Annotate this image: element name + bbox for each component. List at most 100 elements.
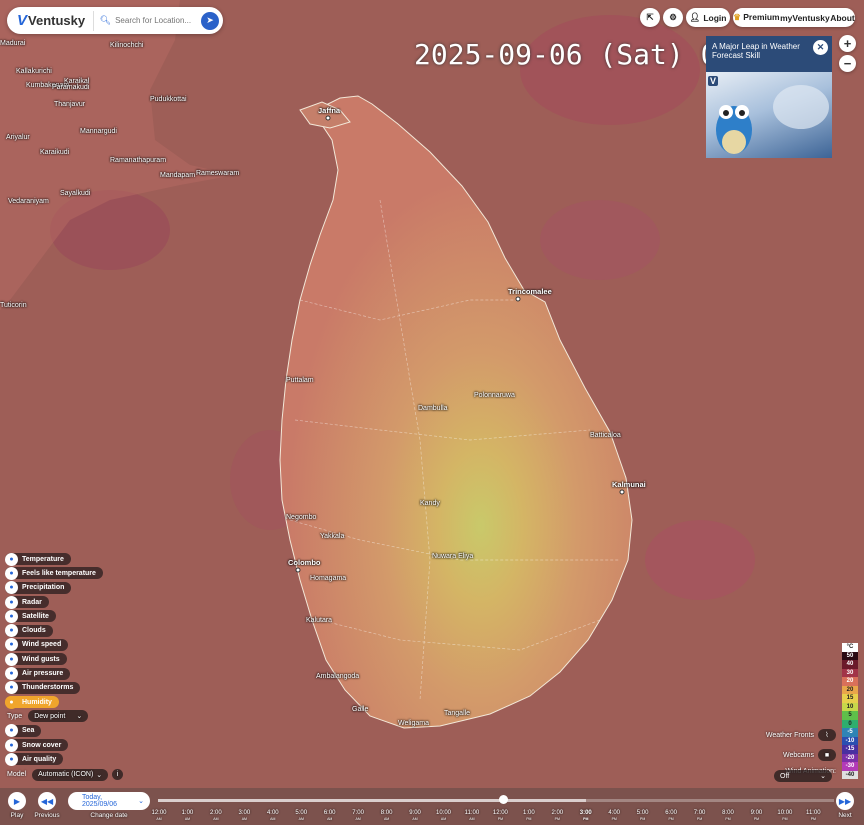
timeline-tick[interactable]: 7:00 AM: [352, 810, 364, 822]
timeline-tick[interactable]: 11:00 AM: [465, 810, 480, 822]
layer-air-pressure[interactable]: ● Air pressure: [5, 666, 123, 681]
timeline-tick[interactable]: 2:00 AM: [210, 810, 222, 822]
place-label[interactable]: Jaffna: [318, 106, 340, 115]
layer-radar[interactable]: ● Radar: [5, 595, 123, 609]
place-label[interactable]: Negombo: [286, 514, 316, 521]
timeline-tick[interactable]: 9:00 PM: [751, 810, 763, 822]
place-label[interactable]: Vedaraniyam: [8, 198, 49, 205]
place-label[interactable]: Sayalkudi: [60, 190, 90, 197]
timeline-tick[interactable]: 4:00 PM: [608, 810, 620, 822]
timeline-tick[interactable]: 5:00 PM: [637, 810, 649, 822]
timeline-tick[interactable]: 6:00 AM: [324, 810, 336, 822]
wind-animation-select[interactable]: Off ⌄: [774, 770, 832, 782]
place-label[interactable]: Nuwara Eliya: [432, 553, 473, 560]
layer-air-quality[interactable]: ● Air quality: [5, 752, 123, 766]
ventusky-logo[interactable]: V Ventusky: [7, 12, 93, 29]
type-select[interactable]: Dew point ⌄: [28, 710, 89, 723]
place-label[interactable]: Yakkala: [320, 533, 344, 540]
layer-feels-like-temperature[interactable]: ● Feels like temperature: [5, 566, 123, 580]
timeline-track[interactable]: [158, 799, 834, 802]
weather-fronts-toggle[interactable]: Weather Fronts ⌇: [764, 725, 836, 745]
layer-humidity[interactable]: ● Humidity: [5, 695, 123, 709]
legend-unit[interactable]: °C: [842, 643, 858, 652]
timeline-knob[interactable]: [498, 795, 508, 804]
ad-close-button[interactable]: ✕: [813, 40, 828, 55]
about-link[interactable]: About: [830, 13, 855, 23]
place-label[interactable]: Tangalle: [444, 710, 470, 717]
place-label[interactable]: Kandy: [420, 500, 440, 507]
timeline-tick[interactable]: 8:00 PM: [722, 810, 734, 822]
play-button[interactable]: ▶: [8, 792, 26, 810]
search-input[interactable]: [115, 16, 202, 25]
layer-satellite[interactable]: ● Satellite: [5, 609, 123, 623]
date-value: Today, 2025/09/06: [82, 794, 118, 808]
timeline-tick[interactable]: 4:00 AM: [267, 810, 279, 822]
place-label[interactable]: Puttalam: [286, 377, 314, 384]
place-label[interactable]: Mannargudi: [80, 128, 117, 135]
layer-sea[interactable]: ● Sea: [5, 724, 123, 738]
ad-banner[interactable]: A Major Leap in Weather Forecast Skill ✕…: [706, 36, 832, 158]
timeline-tick[interactable]: 5:00 AM: [295, 810, 307, 822]
place-label[interactable]: Karaikudi: [40, 149, 69, 156]
layer-clouds[interactable]: ● Clouds: [5, 623, 123, 638]
place-label[interactable]: Madurai: [0, 40, 25, 47]
date-select[interactable]: Today, 2025/09/06 ⌄: [68, 792, 150, 810]
place-label[interactable]: Thanjavur: [54, 101, 85, 108]
timeline-tick[interactable]: 12:00 AM: [151, 810, 166, 822]
timeline-tick[interactable]: 8:00 AM: [381, 810, 393, 822]
place-label[interactable]: Ramanathapuram: [110, 157, 166, 164]
place-label[interactable]: Colombo: [288, 558, 321, 567]
place-label[interactable]: Kalutara: [306, 617, 332, 624]
timeline-tick[interactable]: 1:00 PM: [523, 810, 535, 822]
place-label[interactable]: Trincomalee: [508, 287, 552, 296]
layer-snow-cover[interactable]: ● Snow cover: [5, 738, 123, 752]
place-label[interactable]: Ambalangoda: [316, 673, 359, 680]
previous-button[interactable]: ◀◀: [38, 792, 56, 810]
zoom-out-button[interactable]: −: [839, 55, 856, 72]
place-label[interactable]: Weligama: [398, 720, 429, 727]
timeline-tick[interactable]: 10:00 PM: [777, 810, 792, 822]
place-label[interactable]: Pudukkottai: [150, 96, 187, 103]
place-label[interactable]: Kilinochchi: [110, 42, 143, 49]
layer-thunderstorms[interactable]: ● Thunderstorms: [5, 681, 123, 695]
timeline-tick[interactable]: 6:00 PM: [665, 810, 677, 822]
timeline-tick[interactable]: 7:00 PM: [694, 810, 706, 822]
info-icon[interactable]: i: [112, 769, 124, 781]
timeline-tick[interactable]: 3:00 PM: [580, 810, 592, 822]
place-label[interactable]: Kalmunai: [612, 480, 646, 489]
timeline-tick[interactable]: 10:00 AM: [436, 810, 451, 822]
place-label[interactable]: Polonnaruwa: [474, 392, 515, 399]
share-button[interactable]: ⇱: [640, 8, 660, 27]
layer-precipitation[interactable]: ● Precipitation: [5, 581, 123, 595]
place-label[interactable]: Paramakudi: [52, 84, 89, 91]
zoom-in-button[interactable]: +: [839, 35, 856, 52]
login-button[interactable]: 👤︎ Login: [686, 8, 730, 27]
place-label[interactable]: Rameswaram: [196, 170, 239, 177]
place-label[interactable]: Homagama: [310, 575, 346, 582]
timeline-tick[interactable]: 11:00 PM: [806, 810, 821, 822]
place-label[interactable]: Batticaloa: [590, 432, 621, 439]
timeline-tick[interactable]: 1:00 AM: [182, 810, 194, 822]
place-label[interactable]: Galle: [352, 706, 368, 713]
next-button[interactable]: ▶▶: [836, 792, 854, 810]
timeline-tick[interactable]: 3:00 AM: [239, 810, 251, 822]
place-label[interactable]: Mandapam: [160, 172, 195, 179]
settings-button[interactable]: ⚙: [663, 8, 683, 27]
locate-button[interactable]: ➤: [201, 11, 219, 30]
place-label[interactable]: Tuticorin: [0, 302, 27, 309]
place-label[interactable]: Dambulla: [418, 405, 448, 412]
layer-wind-gusts[interactable]: ● Wind gusts: [5, 652, 123, 666]
timeline-tick[interactable]: 9:00 AM: [409, 810, 421, 822]
premium-link[interactable]: ♛ Premium: [733, 12, 779, 23]
timeline-tick[interactable]: 12:00 PM: [493, 810, 508, 822]
tick-ampm: AM: [469, 817, 475, 821]
model-select[interactable]: Automatic (ICON) ⌄: [32, 768, 109, 781]
webcams-toggle[interactable]: Webcams ■: [764, 745, 836, 765]
timeline-tick[interactable]: 2:00 PM: [551, 810, 563, 822]
place-label[interactable]: Kallakurichi: [16, 68, 52, 75]
myventusky-link[interactable]: myVentusky: [780, 13, 830, 23]
place-label[interactable]: Ariyalur: [6, 134, 30, 141]
layer-temperature[interactable]: ● Temperature: [5, 552, 123, 566]
layer-wind-speed[interactable]: ● Wind speed: [5, 638, 123, 652]
layer-label: Wind gusts: [22, 655, 60, 663]
